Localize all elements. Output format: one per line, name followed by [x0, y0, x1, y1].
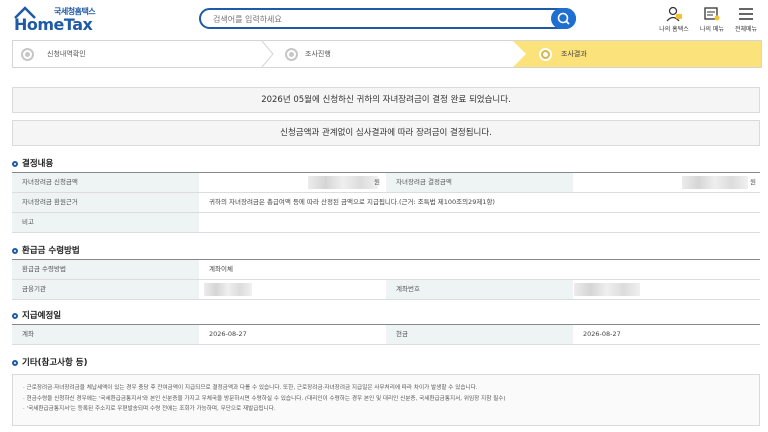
amount-notice: 신청금액과 관계없이 심사결과에 따라 장려금이 결정됩니다.	[12, 120, 760, 146]
reference-note: · '국세환급금통지서'는 등록된 주소지로 우편발송되며 수령 전에는 조회가…	[23, 406, 276, 412]
my-menu-icon	[704, 7, 720, 21]
all-menu-label: 전체메뉴	[734, 26, 758, 33]
schedule-section-title: 지급예정일	[12, 309, 61, 321]
section-title-text: 기타(참고사항 등)	[22, 358, 88, 368]
reference-note: · 현금수령을 신청하신 경우에는 '국세환급금통지서'와 본인 신분증을 가지…	[23, 395, 506, 402]
account-payment-date: 2026-08-27	[209, 330, 247, 338]
my-hometax-button[interactable]: 나의 홈택스	[657, 5, 691, 35]
progress-steps: 신청내역확인 조사진행 조사결과	[12, 40, 762, 68]
search-input[interactable]	[213, 12, 543, 26]
table-row: 자녀장려금 환원근거 귀하의 자녀장려금은 총급여액 등에 따라 산정된 금액으…	[12, 193, 760, 213]
step-result: 조사결과	[513, 41, 761, 67]
step-label: 신청내역확인	[47, 50, 86, 58]
basis-value: 귀하의 자녀장려금은 총급여액 등에 따라 산정된 금액으로 지급됩니다.(근거…	[209, 198, 495, 206]
refund-table: 환급금 수령방법 계좌이체 금융기관 계좌번호	[12, 259, 760, 300]
bullet-icon	[12, 359, 18, 366]
schedule-table: 계좌 2026-08-27 현금 2026-08-27	[12, 324, 760, 345]
decision-notice: 2026년 05월에 신청하신 귀하의 자녀장려금이 결정 완료 되었습니다.	[12, 87, 760, 113]
account-label: 계좌번호	[386, 280, 573, 299]
decided-amount-label: 자녀장려금 결정금액	[386, 173, 573, 192]
refund-method-label: 환급금 수령방법	[12, 260, 199, 279]
bank-label: 금융기관	[12, 280, 199, 299]
table-row: 자녀장려금 신청금액 원 자녀장려금 결정금액 원	[12, 173, 760, 193]
step-circle-icon	[21, 48, 34, 61]
table-row: 금융기관 계좌번호	[12, 280, 760, 300]
redacted-value	[574, 283, 640, 296]
menu-icon	[739, 8, 753, 20]
search-icon	[557, 12, 570, 25]
basis-label: 자녀장려금 환원근거	[12, 193, 199, 212]
refund-section-title: 환급금 수령방법	[12, 244, 80, 256]
step-circle-icon	[285, 48, 298, 61]
search-box	[199, 8, 576, 29]
step-label: 조사결과	[561, 50, 587, 58]
bullet-icon	[12, 247, 18, 254]
step-investigation: 조사진행	[275, 41, 513, 67]
applied-unit: 원	[374, 178, 380, 186]
header: 국세청홈택스 HomeTax 나의 홈택스 나의 메뉴	[0, 0, 768, 38]
table-row: 계좌 2026-08-27 현금 2026-08-27	[12, 325, 760, 345]
section-title-text: 결정내용	[22, 159, 54, 169]
table-row: 비고	[12, 213, 760, 233]
step-divider-icon	[261, 41, 274, 67]
note-value	[199, 213, 760, 232]
step-circle-icon	[539, 48, 552, 61]
bullet-icon	[12, 312, 18, 319]
reference-notes-box: · 근로장려금·자녀장려금을 체납세액이 있는 경우 충당 후 잔여금액이 지급…	[12, 374, 760, 426]
decision-table: 자녀장려금 신청금액 원 자녀장려금 결정금액 원 자녀장려금 환원근거 귀하의…	[12, 172, 760, 233]
cash-payment-label: 현금	[386, 325, 573, 344]
logo-title: HomeTax	[14, 15, 93, 34]
redacted-value	[308, 176, 378, 189]
note-label: 비고	[12, 213, 199, 232]
etc-section-title: 기타(참고사항 등)	[12, 356, 87, 368]
hometax-logo[interactable]: 국세청홈택스 HomeTax	[14, 6, 98, 34]
table-row: 환급금 수령방법 계좌이체	[12, 260, 760, 280]
refund-method-value: 계좌이체	[209, 265, 233, 273]
all-menu-button[interactable]: 전체메뉴	[729, 5, 763, 35]
redacted-value	[682, 176, 748, 189]
step-label: 조사진행	[305, 50, 331, 58]
decided-unit: 원	[750, 178, 756, 186]
account-payment-label: 계좌	[12, 325, 199, 344]
applied-amount-label: 자녀장려금 신청금액	[12, 173, 199, 192]
step-application-check: 신청내역확인	[13, 41, 263, 67]
reference-note: · 근로장려금·자녀장려금을 체납세액이 있는 경우 충당 후 잔여금액이 지급…	[23, 385, 478, 391]
bullet-icon	[12, 160, 18, 167]
redacted-value	[204, 283, 252, 296]
lock-user-icon	[666, 6, 682, 22]
search-button[interactable]	[551, 8, 576, 29]
section-title-text: 지급예정일	[22, 311, 62, 321]
cash-payment-date: 2026-08-27	[583, 330, 621, 338]
decision-section-title: 결정내용	[12, 157, 53, 169]
section-title-text: 환급금 수령방법	[22, 246, 80, 256]
